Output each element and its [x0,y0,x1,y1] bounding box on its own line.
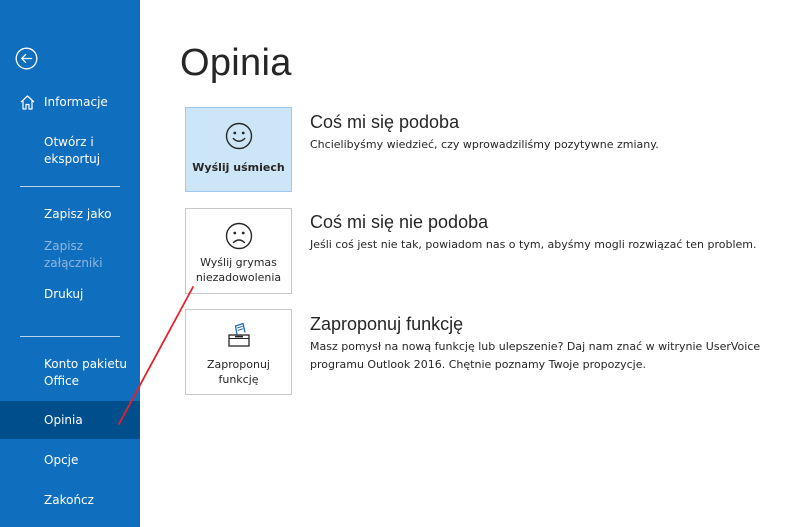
option-desc-suggest: Masz pomysł na nową funkcję lub ulepszen… [310,338,780,374]
sidebar-divider [20,186,120,187]
sidebar-item-label: Drukuj [44,287,84,301]
tile-label: Wyślij grymas [200,256,277,269]
sidebar-item-label: Zapisz jako [44,207,112,221]
sidebar-item-label: Otwórz i [44,135,94,149]
page-title: Opinia [180,42,292,84]
option-desc-dislike: Jeśli coś jest nie tak, powiadom nas o t… [310,238,757,251]
sidebar-divider [20,336,120,337]
tile-label: funkcję [218,373,259,386]
option-desc-line: Masz pomysł na nową funkcję lub ulepszen… [310,340,761,353]
sidebar-item-otworz-eksportuj[interactable]: Otwórz i eksportuj [0,134,140,168]
frown-face-icon [225,222,252,250]
sidebar-item-label: Informacje [44,95,108,109]
suggest-feature-button[interactable]: Zaproponuj funkcję [185,309,292,395]
back-arrow-circle-icon [15,47,38,70]
sidebar-item-zapisz-zalaczniki[interactable]: Zapisz załączniki [0,239,140,270]
sidebar-item-opinia[interactable]: Opinia [0,401,140,439]
suggestion-box-icon [227,322,250,347]
option-desc-like: Chcielibyśmy wiedzieć, czy wprowadziliśm… [310,138,659,151]
sidebar-item-label: Office [44,374,80,388]
sidebar-item-informacje[interactable]: Informacje [0,94,140,111]
tile-label: niezadowolenia [195,271,282,284]
sidebar-item-label: Opinia [44,412,83,427]
sidebar-item-zakoncz[interactable]: Zakończ [0,492,140,509]
sidebar-item-drukuj[interactable]: Drukuj [0,286,140,303]
sidebar-item-opcje[interactable]: Opcje [0,452,140,469]
backstage-sidebar: Informacje Otwórz i eksportuj Zapisz jak… [0,0,140,527]
sidebar-item-konto-pakietu-office[interactable]: Konto pakietu Office [0,356,140,390]
home-icon [20,95,35,110]
option-title-suggest: Zaproponuj funkcję [310,314,464,334]
tile-label: Zaproponuj [207,358,270,371]
tile-label: Wyślij uśmiech [192,161,285,174]
option-title-dislike: Coś mi się nie podoba [310,212,489,232]
option-title-like: Coś mi się podoba [310,112,460,132]
sidebar-item-label: Zakończ [44,493,94,507]
back-button[interactable] [15,47,38,70]
sidebar-item-label: Konto pakietu [44,357,128,371]
sidebar-item-label: Opcje [44,453,79,467]
send-frown-button[interactable]: Wyślij grymas niezadowolenia [185,208,292,294]
send-smile-button[interactable]: Wyślij uśmiech [185,107,292,192]
option-desc-line: programu Outlook 2016. Chętnie poznamy T… [310,358,646,371]
sidebar-item-label: eksportuj [44,152,101,166]
sidebar-item-label: Zapisz załączniki [44,238,103,270]
sidebar-item-zapisz-jako[interactable]: Zapisz jako [0,206,140,223]
smile-face-icon [225,122,252,150]
